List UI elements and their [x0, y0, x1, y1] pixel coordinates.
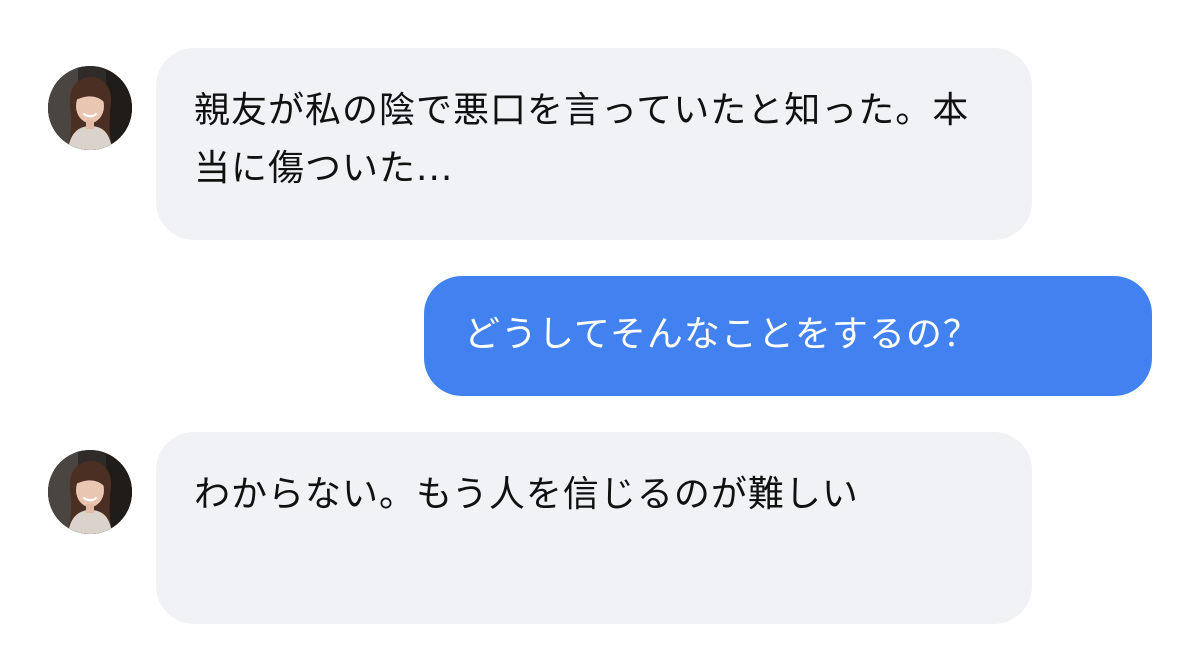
- user-avatar-icon[interactable]: [48, 66, 132, 150]
- message-bubble-outgoing: どうしてそんなことをするの？: [424, 276, 1152, 396]
- message-bubble-incoming: わからない。もう人を信じるのが難しい: [156, 432, 1032, 624]
- chat-thread: 親友が私の陰で悪口を言っていたと知った。本当に傷ついた... どうしてそんなこと…: [0, 0, 1200, 672]
- user-avatar-icon[interactable]: [48, 450, 132, 534]
- message-bubble-incoming: 親友が私の陰で悪口を言っていたと知った。本当に傷ついた...: [156, 48, 1032, 240]
